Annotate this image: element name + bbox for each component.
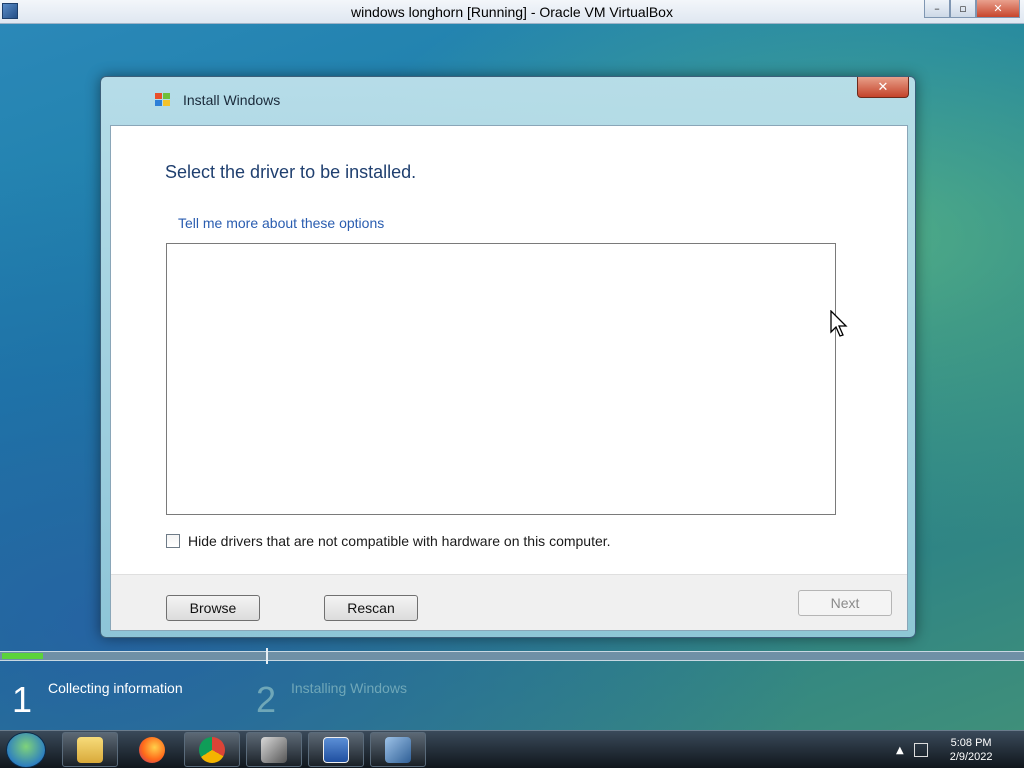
taskbar-chrome[interactable] [184,732,240,767]
host-minimize-button[interactable]: – [924,0,950,18]
step-2-number: 2 [256,679,277,720]
virtualbox-taskbar-icon [385,736,411,763]
step-2-label: Installing Windows [291,680,407,696]
host-titlebar: windows longhorn [Running] - Oracle VM V… [0,0,1024,24]
taskbar-explorer[interactable] [62,732,118,767]
rescan-button[interactable]: Rescan [324,595,418,621]
dialog-content: Select the driver to be installed. Tell … [110,125,908,631]
taskbar-virtualbox[interactable] [370,732,426,767]
dialog-close-button[interactable]: ✕ [857,77,909,98]
taskbar-app[interactable] [246,732,302,767]
firefox-icon [139,736,165,763]
host-restore-button[interactable]: ▫ [950,0,976,18]
setup-progress-bar [0,648,1024,664]
chrome-icon [199,736,225,763]
windows-flag-icon [155,93,170,106]
mouse-cursor-icon [830,310,848,337]
setup-progress-fill [2,653,43,659]
app-icon [261,736,287,763]
dialog-footer: Browse Rescan Next [111,574,907,630]
browse-button[interactable]: Browse [166,595,260,621]
taskbar-word[interactable] [308,732,364,767]
install-windows-dialog: Install Windows ✕ Select the driver to b… [100,76,916,638]
dialog-title: Install Windows [183,92,281,108]
word-icon [323,736,349,763]
clock-time: 5:08 PM [950,737,992,749]
step-1-number: 1 [12,679,33,720]
hide-incompatible-row: Hide drivers that are not compatible wit… [166,533,611,549]
clock-date: 2/9/2022 [949,751,993,763]
hide-incompatible-label[interactable]: Hide drivers that are not compatible wit… [188,533,611,549]
tray-expand-icon[interactable]: ▲ [896,745,904,756]
driver-list[interactable] [166,243,836,515]
host-close-button[interactable]: ✕ [976,0,1020,18]
hide-incompatible-checkbox[interactable] [166,534,180,548]
start-button[interactable] [6,732,46,768]
clock[interactable]: 5:08 PM 2/9/2022 [950,736,993,764]
network-icon[interactable] [913,743,928,757]
taskbar-firefox[interactable] [122,732,182,767]
tell-me-more-link[interactable]: Tell me more about these options [178,215,384,231]
host-window-title: windows longhorn [Running] - Oracle VM V… [351,4,673,20]
next-button[interactable]: Next [798,590,892,616]
step-1-label: Collecting information [48,680,183,696]
page-heading: Select the driver to be installed. [165,162,417,182]
progress-step-divider [266,648,268,664]
guest-desktop: Install Windows ✕ Select the driver to b… [0,24,1024,730]
folder-icon [77,736,103,763]
system-tray: ▲ 5:08 PM 2/9/2022 [884,731,1024,768]
taskbar: ▲ 5:08 PM 2/9/2022 [0,730,1024,768]
